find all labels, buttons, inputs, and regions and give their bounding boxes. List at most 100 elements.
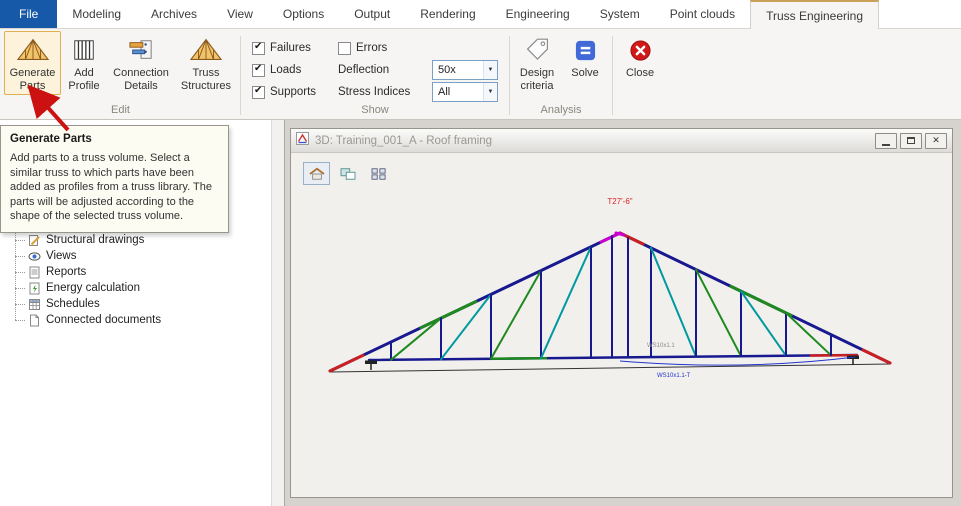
generate-parts-label: Generate Parts [7,67,58,92]
energy-icon [28,282,41,295]
close-label: Close [626,67,654,80]
connection-details-button[interactable]: Connection Details [107,31,175,95]
add-profile-button[interactable]: Add Profile [61,31,107,95]
loads-label: Loads [270,64,301,76]
deflection-value: 50x [438,64,456,76]
edit-group-label: Edit [4,103,237,119]
ribbon-group-edit: Generate Parts Add Profile [4,31,237,119]
cascade-views-button[interactable] [334,162,361,185]
connection-icon [127,35,155,65]
close-button[interactable]: Close [616,31,664,83]
maximize-icon [907,137,915,144]
drawing-icon [28,234,41,247]
group-separator [509,36,510,115]
home-view-button[interactable] [303,162,330,185]
tab-rendering[interactable]: Rendering [405,0,490,28]
report-icon [28,266,41,279]
ribbon-tab-bar: File Modeling Archives View Options Outp… [0,0,961,29]
ribbon-group-analysis: Design criteria Solve Analysis [513,31,609,119]
loads-checkbox[interactable]: Loads [252,64,330,77]
truss-base-line [330,364,890,372]
tab-modeling[interactable]: Modeling [57,0,136,28]
design-criteria-button[interactable]: Design criteria [513,31,561,95]
checkbox-checked[interactable] [252,64,265,77]
tooltip-title: Generate Parts [10,133,219,145]
errors-label: Errors [356,42,387,54]
model-canvas[interactable]: T27'-6" WS10x1.1 WS10x1.1-T [291,187,952,497]
checkbox-checked[interactable] [252,42,265,55]
stress-indices-dropdown[interactable]: All ▼ [432,82,498,102]
close-icon: ✕ [932,136,940,145]
tree-item-label: Schedules [46,298,100,310]
application-window: File Modeling Archives View Options Outp… [0,0,961,506]
analysis-group-label: Analysis [513,103,609,119]
tab-truss-engineering[interactable]: Truss Engineering [750,0,879,29]
solve-button[interactable]: Solve [561,31,609,83]
generate-parts-tooltip: Generate Parts Add parts to a truss volu… [0,125,229,233]
tile-views-button[interactable] [365,162,392,185]
chevron-down-icon[interactable]: ▼ [483,61,497,79]
chevron-down-icon[interactable]: ▼ [483,83,497,101]
schedule-icon [28,298,41,311]
tree-item-energy-calculation[interactable]: Energy calculation [12,280,161,296]
tab-options[interactable]: Options [268,0,339,28]
panel-scrollbar[interactable] [271,120,284,506]
truss-webs [391,233,831,360]
group-separator [240,36,241,115]
tab-engineering[interactable]: Engineering [491,0,585,28]
cascade-icon [339,167,357,181]
ribbon-group-close: Close [616,31,664,119]
tree-item-reports[interactable]: Reports [12,264,161,280]
tab-file[interactable]: File [0,0,57,28]
tab-view[interactable]: View [212,0,268,28]
tooltip-body: Add parts to a truss volume. Select a si… [10,151,219,224]
failures-label: Failures [270,42,311,54]
member-label-blue: WS10x1.1-T [657,373,691,379]
stress-indices-value: All [438,86,450,98]
tree-item-label: Reports [46,266,86,278]
add-profile-label: Add Profile [64,67,104,92]
tree-item-schedules[interactable]: Schedules [12,296,161,312]
solve-label: Solve [571,67,599,80]
viewer-window-icon [296,132,309,150]
tab-system[interactable]: System [585,0,655,28]
checkbox-checked[interactable] [252,86,265,99]
views-icon [28,250,41,263]
deflection-dropdown[interactable]: 50x ▼ [432,60,498,80]
generate-parts-button[interactable]: Generate Parts [4,31,61,95]
close-window-button[interactable]: ✕ [925,133,947,149]
member-label-gray: WS10x1.1 [647,343,675,349]
tab-point-clouds[interactable]: Point clouds [655,0,750,28]
truss-icon [190,35,222,65]
tab-output[interactable]: Output [339,0,405,28]
viewer-window: 3D: Training_001_A - Roof framing ✕ [290,128,953,498]
grid-icon [370,167,388,181]
tag-icon [524,35,551,65]
truss-structures-label: Truss Structures [178,67,234,92]
solve-icon [574,35,597,65]
errors-checkbox[interactable]: Errors [338,42,424,55]
group-separator [612,36,613,115]
maximize-button[interactable] [900,133,922,149]
tree-item-connected-documents[interactable]: Connected documents [12,312,161,328]
viewer-toolbar [291,153,952,185]
stress-indices-label: Stress Indices [338,86,424,98]
document-icon [28,314,41,327]
deflection-label: Deflection [338,64,424,76]
minimize-button[interactable] [875,133,897,149]
tree-item-structural-drawings[interactable]: Structural drawings [12,232,161,248]
supports-checkbox[interactable]: Supports [252,86,330,99]
tree-item-views[interactable]: Views [12,248,161,264]
truss-icon [17,35,49,65]
checkbox-unchecked[interactable] [338,42,351,55]
viewer-titlebar[interactable]: 3D: Training_001_A - Roof framing ✕ [291,129,952,153]
tab-archives[interactable]: Archives [136,0,212,28]
failures-checkbox[interactable]: Failures [252,42,330,55]
supports-label: Supports [270,86,316,98]
project-tree: Structural drawings Views [12,232,161,328]
house-icon [308,167,326,181]
tree-item-label: Energy calculation [46,282,140,294]
tree-item-label: Connected documents [46,314,161,326]
truss-structures-button[interactable]: Truss Structures [175,31,237,95]
tree-item-label: Views [46,250,76,262]
